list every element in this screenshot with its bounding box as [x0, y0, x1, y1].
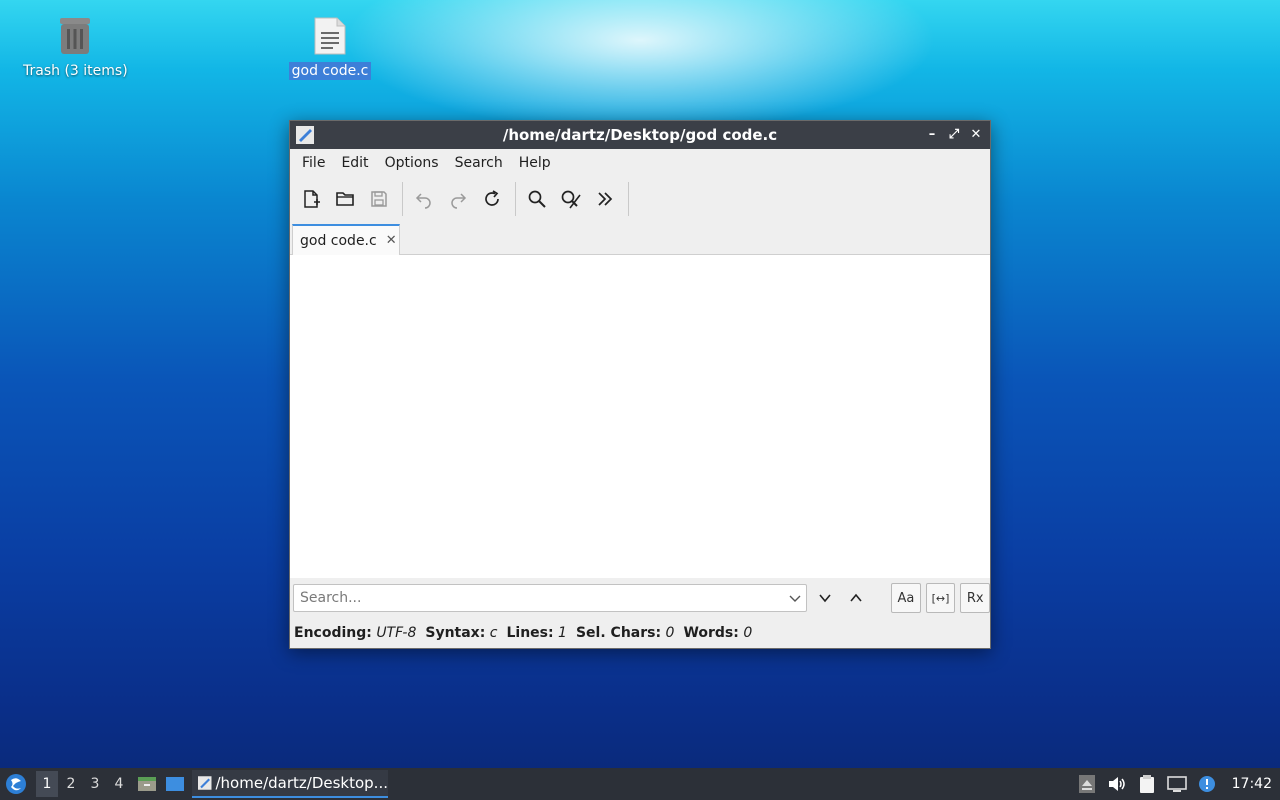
- minimize-button[interactable]: –: [924, 126, 940, 144]
- find-previous-button[interactable]: [843, 584, 871, 612]
- workspace-3[interactable]: 3: [84, 771, 106, 797]
- text-editor-window: /home/dartz/Desktop/god code.c – ⤢ ✕ Fil…: [289, 120, 991, 649]
- find-button[interactable]: [522, 184, 552, 214]
- window-titlebar[interactable]: /home/dartz/Desktop/god code.c – ⤢ ✕: [290, 121, 990, 149]
- tab-label: god code.c: [300, 232, 377, 249]
- file-manager-launcher[interactable]: [136, 773, 158, 795]
- toolbar-separator: [628, 182, 629, 216]
- undo-icon: [415, 193, 431, 209]
- tab-close-icon[interactable]: ✕: [386, 233, 397, 248]
- find-replace-icon: [561, 190, 581, 209]
- workspace-4[interactable]: 4: [108, 771, 130, 797]
- regex-icon: Rx: [966, 590, 984, 606]
- redo-icon: [451, 193, 467, 209]
- trash-desktop-icon[interactable]: Trash (3 items): [20, 16, 130, 80]
- network-icon: [1166, 776, 1187, 792]
- menu-help[interactable]: Help: [511, 155, 559, 171]
- notification-icon: [1198, 776, 1215, 792]
- distro-logo-icon: [6, 774, 26, 794]
- new-file-button[interactable]: [296, 184, 326, 214]
- status-bar: Encoding: UTF-8 Syntax: c Lines: 1 Sel. …: [290, 618, 990, 648]
- editor-app-icon: [198, 776, 212, 790]
- clipboard-icon: [1139, 775, 1154, 793]
- desktop-icon: [166, 777, 184, 791]
- status-syntax: Syntax: c: [425, 625, 498, 641]
- save-button[interactable]: [364, 184, 394, 214]
- status-words: Words: 0: [683, 625, 753, 641]
- volume-button[interactable]: [1106, 773, 1128, 795]
- chevron-up-icon: [850, 593, 862, 602]
- text-file-icon: [313, 16, 347, 56]
- taskbar-window-title: /home/dartz/Desktop...: [215, 774, 389, 792]
- workspace-1[interactable]: 1: [36, 771, 58, 797]
- toolbar-separator: [515, 182, 516, 216]
- more-icon: [598, 192, 613, 206]
- whole-word-button[interactable]: [↔]: [925, 583, 956, 613]
- editor-app-icon: [296, 126, 314, 144]
- new-file-icon: [304, 190, 320, 208]
- file-manager-icon: [138, 777, 156, 791]
- status-encoding: Encoding: UTF-8: [294, 625, 417, 641]
- more-tools-button[interactable]: [590, 184, 620, 214]
- status-selected-chars: Sel. Chars: 0: [575, 625, 675, 641]
- find-icon: [528, 190, 546, 208]
- reload-icon: [485, 190, 499, 206]
- eject-icon: [1078, 775, 1095, 793]
- taskbar: 1 2 3 4 /home/dartz/Desktop... 17:42: [0, 768, 1280, 800]
- status-lines: Lines: 1: [506, 625, 567, 641]
- open-folder-icon: [336, 192, 354, 206]
- search-combobox[interactable]: [293, 584, 807, 612]
- toolbar-separator: [402, 182, 403, 216]
- start-menu-button[interactable]: [4, 772, 28, 796]
- taskbar-editor-window[interactable]: /home/dartz/Desktop...: [192, 770, 388, 798]
- menubar: File Edit Options Search Help: [290, 149, 990, 177]
- maximize-button[interactable]: ⤢: [946, 126, 962, 144]
- toolbar: [290, 177, 990, 221]
- text-editor-area[interactable]: [290, 255, 990, 578]
- show-desktop-button[interactable]: [164, 773, 186, 795]
- search-input[interactable]: [300, 586, 780, 610]
- tab-bar: god code.c ✕: [290, 221, 990, 255]
- find-replace-button[interactable]: [556, 184, 586, 214]
- window-title: /home/dartz/Desktop/god code.c: [502, 126, 778, 144]
- regex-button[interactable]: Rx: [960, 583, 991, 613]
- menu-file[interactable]: File: [294, 155, 333, 171]
- reload-button[interactable]: [477, 184, 507, 214]
- notifications-button[interactable]: [1196, 773, 1218, 795]
- trash-label: Trash (3 items): [23, 63, 128, 79]
- trash-icon: [56, 16, 94, 56]
- open-file-button[interactable]: [330, 184, 360, 214]
- chevron-down-icon[interactable]: [788, 590, 802, 606]
- match-case-button[interactable]: Aa: [891, 583, 921, 613]
- close-window-button[interactable]: ✕: [968, 126, 984, 144]
- redo-button[interactable]: [443, 184, 473, 214]
- file-label: god code.c: [288, 62, 372, 80]
- tray-expand-button[interactable]: [1076, 773, 1098, 795]
- god-code-file-desktop-icon[interactable]: god code.c: [288, 16, 372, 80]
- volume-icon: [1108, 777, 1125, 791]
- chevron-down-icon: [819, 594, 831, 603]
- workspace-2[interactable]: 2: [60, 771, 82, 797]
- undo-button[interactable]: [409, 184, 439, 214]
- whole-word-icon: [↔]: [931, 591, 950, 605]
- menu-edit[interactable]: Edit: [333, 155, 376, 171]
- tab-god-code[interactable]: god code.c ✕: [292, 224, 400, 255]
- clock[interactable]: 17:42: [1232, 776, 1272, 792]
- menu-search[interactable]: Search: [447, 155, 511, 171]
- match-case-icon: Aa: [897, 590, 915, 606]
- system-tray: 17:42: [1076, 773, 1280, 795]
- search-bar: Aa [↔] Rx: [290, 578, 991, 618]
- save-icon: [371, 191, 387, 207]
- clipboard-button[interactable]: [1136, 773, 1158, 795]
- menu-options[interactable]: Options: [377, 155, 447, 171]
- find-next-button[interactable]: [811, 584, 839, 612]
- network-button[interactable]: [1166, 773, 1188, 795]
